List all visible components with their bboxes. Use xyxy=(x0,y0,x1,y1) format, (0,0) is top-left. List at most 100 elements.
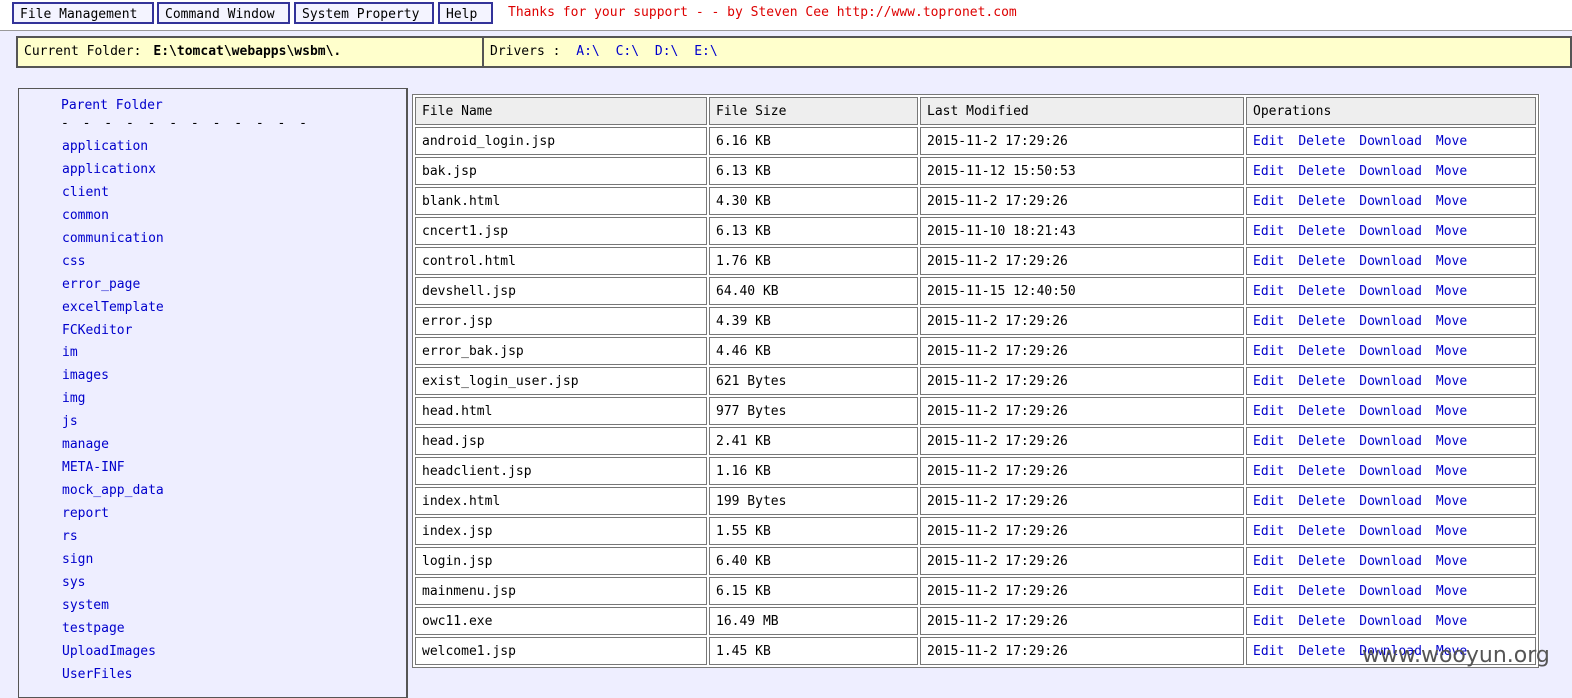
download-link[interactable]: Download xyxy=(1359,404,1422,419)
delete-link[interactable]: Delete xyxy=(1298,314,1345,329)
move-link[interactable]: Move xyxy=(1436,464,1467,479)
move-link[interactable]: Move xyxy=(1436,134,1467,149)
folder-link[interactable]: communication xyxy=(62,231,164,246)
folder-link[interactable]: testpage xyxy=(62,621,125,636)
download-link[interactable]: Download xyxy=(1359,374,1422,389)
edit-link[interactable]: Edit xyxy=(1253,344,1284,359)
download-link[interactable]: Download xyxy=(1359,524,1422,539)
folder-link[interactable]: mock_app_data xyxy=(62,483,164,498)
folder-link[interactable]: img xyxy=(62,391,85,406)
download-link[interactable]: Download xyxy=(1359,464,1422,479)
delete-link[interactable]: Delete xyxy=(1298,494,1345,509)
folder-link[interactable]: sign xyxy=(62,552,93,567)
download-link[interactable]: Download xyxy=(1359,584,1422,599)
download-link[interactable]: Download xyxy=(1359,494,1422,509)
edit-link[interactable]: Edit xyxy=(1253,314,1284,329)
move-link[interactable]: Move xyxy=(1436,404,1467,419)
download-link[interactable]: Download xyxy=(1359,554,1422,569)
drive-a-link[interactable]: A:\ xyxy=(576,44,599,59)
folder-link[interactable]: UploadImages xyxy=(62,644,156,659)
move-link[interactable]: Move xyxy=(1436,374,1467,389)
delete-link[interactable]: Delete xyxy=(1298,134,1345,149)
edit-link[interactable]: Edit xyxy=(1253,644,1284,659)
folder-link[interactable]: common xyxy=(62,208,109,223)
delete-link[interactable]: Delete xyxy=(1298,254,1345,269)
edit-link[interactable]: Edit xyxy=(1253,404,1284,419)
drive-e-link[interactable]: E:\ xyxy=(694,44,717,59)
edit-link[interactable]: Edit xyxy=(1253,194,1284,209)
delete-link[interactable]: Delete xyxy=(1298,164,1345,179)
download-link[interactable]: Download xyxy=(1359,254,1422,269)
delete-link[interactable]: Delete xyxy=(1298,404,1345,419)
move-link[interactable]: Move xyxy=(1436,614,1467,629)
move-link[interactable]: Move xyxy=(1436,584,1467,599)
command-window-button[interactable]: Command Window xyxy=(157,2,290,24)
folder-link[interactable]: applicationx xyxy=(62,162,156,177)
parent-folder-link[interactable]: Parent Folder xyxy=(61,98,163,113)
download-link[interactable]: Download xyxy=(1359,164,1422,179)
move-link[interactable]: Move xyxy=(1436,194,1467,209)
delete-link[interactable]: Delete xyxy=(1298,614,1345,629)
edit-link[interactable]: Edit xyxy=(1253,464,1284,479)
edit-link[interactable]: Edit xyxy=(1253,374,1284,389)
edit-link[interactable]: Edit xyxy=(1253,254,1284,269)
edit-link[interactable]: Edit xyxy=(1253,164,1284,179)
move-link[interactable]: Move xyxy=(1436,524,1467,539)
folder-link[interactable]: application xyxy=(62,139,148,154)
edit-link[interactable]: Edit xyxy=(1253,524,1284,539)
download-link[interactable]: Download xyxy=(1359,284,1422,299)
edit-link[interactable]: Edit xyxy=(1253,134,1284,149)
delete-link[interactable]: Delete xyxy=(1298,554,1345,569)
edit-link[interactable]: Edit xyxy=(1253,434,1284,449)
download-link[interactable]: Download xyxy=(1359,434,1422,449)
help-button[interactable]: Help xyxy=(438,2,493,24)
edit-link[interactable]: Edit xyxy=(1253,284,1284,299)
system-property-button[interactable]: System Property xyxy=(294,2,434,24)
folder-link[interactable]: sys xyxy=(62,575,85,590)
download-link[interactable]: Download xyxy=(1359,134,1422,149)
delete-link[interactable]: Delete xyxy=(1298,524,1345,539)
folder-link[interactable]: error_page xyxy=(62,277,140,292)
delete-link[interactable]: Delete xyxy=(1298,284,1345,299)
folder-link[interactable]: system xyxy=(62,598,109,613)
folder-link[interactable]: META-INF xyxy=(62,460,125,475)
folder-link[interactable]: rs xyxy=(62,529,78,544)
edit-link[interactable]: Edit xyxy=(1253,614,1284,629)
move-link[interactable]: Move xyxy=(1436,254,1467,269)
edit-link[interactable]: Edit xyxy=(1253,584,1284,599)
delete-link[interactable]: Delete xyxy=(1298,224,1345,239)
folder-link[interactable]: im xyxy=(62,345,78,360)
delete-link[interactable]: Delete xyxy=(1298,194,1345,209)
edit-link[interactable]: Edit xyxy=(1253,224,1284,239)
move-link[interactable]: Move xyxy=(1436,554,1467,569)
download-link[interactable]: Download xyxy=(1359,224,1422,239)
delete-link[interactable]: Delete xyxy=(1298,584,1345,599)
move-link[interactable]: Move xyxy=(1436,164,1467,179)
folder-link[interactable]: js xyxy=(62,414,78,429)
folder-link[interactable]: css xyxy=(62,254,85,269)
folder-link[interactable]: manage xyxy=(62,437,109,452)
delete-link[interactable]: Delete xyxy=(1298,644,1345,659)
move-link[interactable]: Move xyxy=(1436,344,1467,359)
file-management-button[interactable]: File Management xyxy=(12,2,154,24)
drive-d-link[interactable]: D:\ xyxy=(655,44,678,59)
download-link[interactable]: Download xyxy=(1359,614,1422,629)
folder-link[interactable]: excelTemplate xyxy=(62,300,164,315)
download-link[interactable]: Download xyxy=(1359,194,1422,209)
download-link[interactable]: Download xyxy=(1359,314,1422,329)
folder-link[interactable]: report xyxy=(62,506,109,521)
move-link[interactable]: Move xyxy=(1436,314,1467,329)
move-link[interactable]: Move xyxy=(1436,434,1467,449)
folder-link[interactable]: images xyxy=(62,368,109,383)
edit-link[interactable]: Edit xyxy=(1253,494,1284,509)
folder-link[interactable]: client xyxy=(62,185,109,200)
delete-link[interactable]: Delete xyxy=(1298,374,1345,389)
edit-link[interactable]: Edit xyxy=(1253,554,1284,569)
folder-link[interactable]: UserFiles xyxy=(62,667,132,682)
download-link[interactable]: Download xyxy=(1359,344,1422,359)
move-link[interactable]: Move xyxy=(1436,494,1467,509)
drive-c-link[interactable]: C:\ xyxy=(616,44,639,59)
move-link[interactable]: Move xyxy=(1436,224,1467,239)
move-link[interactable]: Move xyxy=(1436,284,1467,299)
delete-link[interactable]: Delete xyxy=(1298,464,1345,479)
